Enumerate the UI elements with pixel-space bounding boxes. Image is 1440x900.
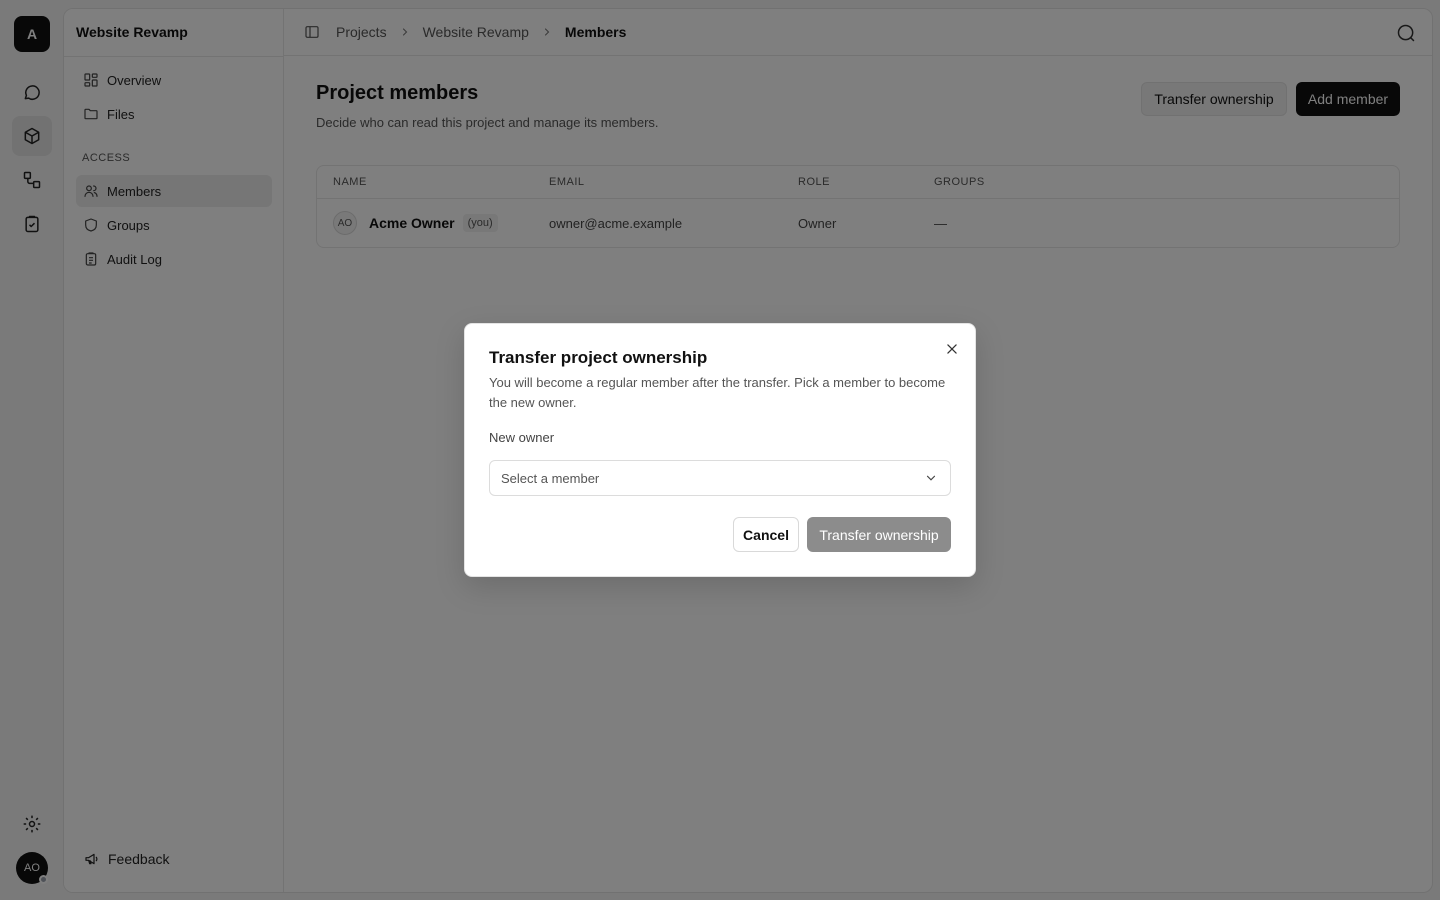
chevron-down-icon — [924, 471, 938, 485]
cancel-button[interactable]: Cancel — [733, 517, 799, 552]
new-owner-select[interactable]: Select a member — [489, 460, 951, 496]
dialog-description: You will become a regular member after t… — [489, 375, 946, 410]
select-placeholder: Select a member — [501, 470, 600, 486]
close-icon[interactable] — [945, 342, 959, 356]
transfer-ownership-dialog: Transfer project ownership You will beco… — [464, 323, 976, 577]
dialog-title: Transfer project ownership — [489, 348, 708, 367]
confirm-transfer-button[interactable]: Transfer ownership — [807, 517, 951, 552]
new-owner-label: New owner — [489, 430, 555, 445]
